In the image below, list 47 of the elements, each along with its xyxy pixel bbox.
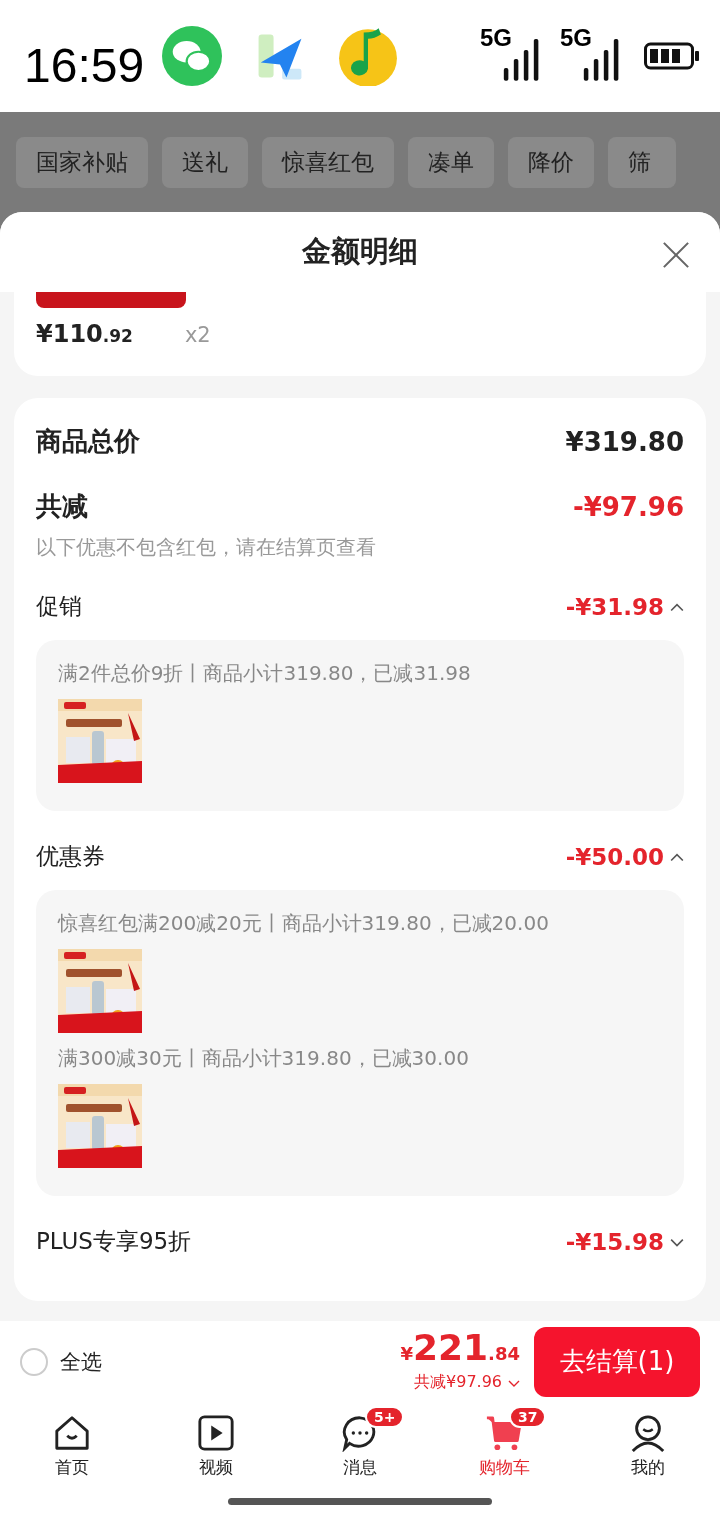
discount-label: 促销 — [36, 592, 82, 622]
chevron-up-icon[interactable] — [670, 602, 684, 612]
profile-icon — [629, 1413, 667, 1452]
reduction-value: -¥97.96 — [572, 492, 684, 522]
chat-app-icon — [162, 26, 223, 86]
close-icon[interactable] — [662, 241, 690, 269]
total-label: 商品总价 — [36, 425, 140, 459]
nav-tab[interactable]: 首页 — [22, 1403, 122, 1487]
filter-chip[interactable]: 国家补贴 — [16, 136, 148, 188]
discount-label: 优惠券 — [36, 842, 105, 872]
select-all-radio[interactable] — [20, 1347, 48, 1376]
status-time: 16:59 — [24, 37, 145, 93]
item-price: ¥110.92 — [36, 320, 133, 349]
total-amount: ¥221.84 — [400, 1330, 520, 1367]
discount-value: -¥15.98 — [565, 1229, 664, 1255]
filter-chip[interactable]: 惊喜红包 — [262, 136, 394, 188]
nav-tab[interactable]: 5+ 消息 — [310, 1403, 410, 1487]
total-value: ¥319.80 — [565, 427, 684, 457]
saved-amount[interactable]: 共减¥97.96 — [414, 1372, 502, 1394]
nav-tab[interactable]: 37 购物车 — [454, 1403, 554, 1487]
chevron-down-icon[interactable] — [670, 1237, 684, 1247]
filter-chip[interactable]: 降价 — [508, 136, 594, 188]
nav-tab[interactable]: 视频 — [166, 1403, 266, 1487]
filter-chip[interactable]: 凑单 — [408, 136, 494, 188]
music-note-icon — [338, 26, 399, 86]
filter-chip[interactable]: 筛 — [608, 136, 676, 188]
discount-value: -¥50.00 — [565, 844, 664, 870]
reduction-label: 共减 — [36, 490, 88, 524]
item-quantity: x2 — [184, 323, 211, 348]
discount-label: PLUS专享95折 — [36, 1227, 192, 1257]
select-all-label: 全选 — [60, 1348, 102, 1376]
discount-rule: 满300减30元丨商品小计319.80，已减30.00 — [58, 1045, 470, 1073]
video-play-icon — [197, 1413, 235, 1452]
discount-rule: 满2件总价9折丨商品小计319.80，已减31.98 — [58, 660, 472, 688]
filter-chip[interactable]: 送礼 — [162, 136, 248, 188]
nav-tab[interactable]: 我的 — [598, 1403, 698, 1487]
sheet-title: 金额明细 — [302, 233, 418, 271]
reduction-note: 以下优惠不包含红包，请在结算页查看 — [36, 534, 377, 562]
home-icon — [53, 1413, 91, 1452]
chevron-up-icon[interactable] — [670, 852, 684, 862]
battery-icon — [644, 42, 700, 70]
discount-value: -¥31.98 — [565, 594, 664, 620]
count-badge: 5+ — [365, 1405, 405, 1428]
chevron-down-icon[interactable] — [508, 1378, 520, 1387]
discount-rule: 惊喜红包满200减20元丨商品小计319.80，已减20.00 — [58, 910, 550, 938]
count-badge: 37 — [509, 1405, 547, 1428]
checkout-button[interactable]: 去结算(1) — [534, 1326, 700, 1397]
